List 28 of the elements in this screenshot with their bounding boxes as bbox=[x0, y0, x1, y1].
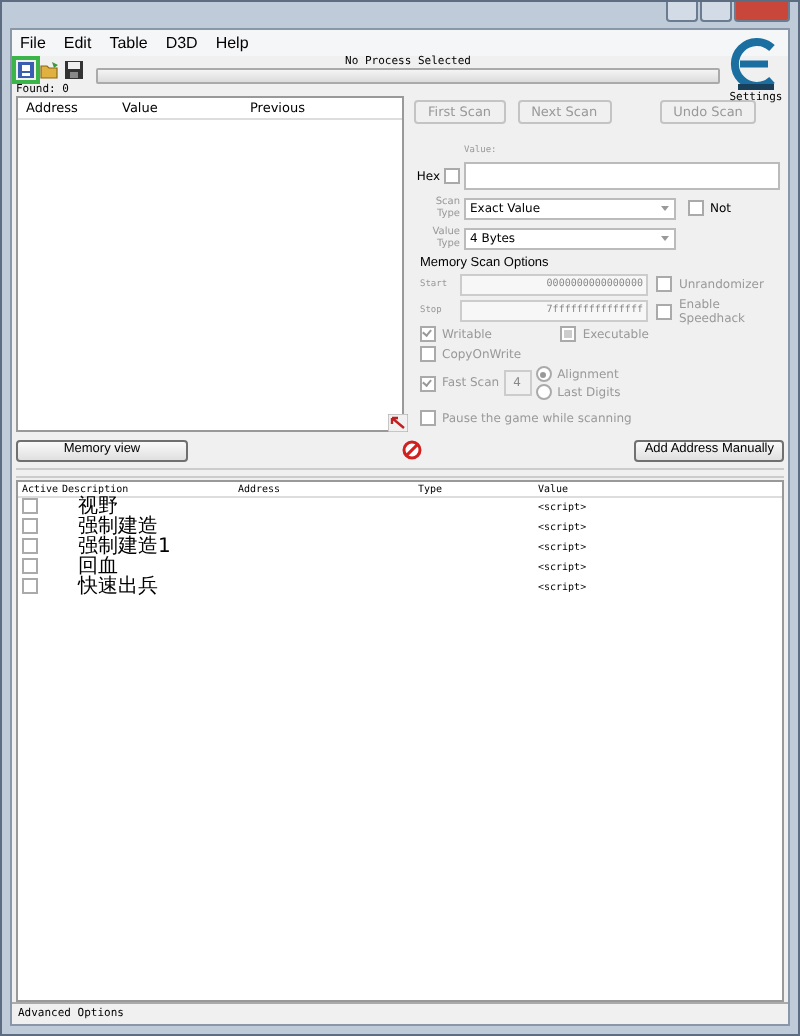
value-field[interactable] bbox=[464, 162, 780, 190]
menu-item[interactable]: Edit bbox=[63, 34, 92, 52]
not-checkbox[interactable] bbox=[688, 200, 704, 216]
maximize-button[interactable] bbox=[700, 2, 732, 22]
description-cell-text: 快速出兵 bbox=[75, 578, 160, 598]
active-checkbox[interactable] bbox=[22, 498, 38, 514]
menu-item[interactable]: Table bbox=[109, 34, 148, 52]
menu-item[interactable]: Help bbox=[215, 34, 249, 52]
description-cell-text: 强制建造1 bbox=[76, 538, 173, 558]
save-icon[interactable] bbox=[64, 60, 84, 80]
active-checkbox[interactable] bbox=[22, 518, 38, 534]
computer-icon[interactable] bbox=[16, 60, 36, 80]
description-cell-text: 回血 bbox=[78, 558, 119, 578]
menu-item[interactable]: File bbox=[20, 34, 46, 52]
speedhack-checkbox[interactable] bbox=[656, 304, 673, 320]
active-checkbox[interactable] bbox=[22, 558, 38, 574]
active-checkbox[interactable] bbox=[22, 538, 38, 554]
unrandomizer-checkbox[interactable] bbox=[656, 276, 673, 292]
description-cell-text: 强制建造 bbox=[76, 518, 160, 538]
hex-checkbox[interactable] bbox=[444, 168, 460, 184]
description-cell-text: 视野 bbox=[76, 498, 118, 518]
caret-icon bbox=[660, 204, 670, 212]
active-checkbox[interactable] bbox=[22, 578, 38, 594]
menu-item[interactable]: D3D bbox=[165, 34, 198, 52]
pointer-arrow-icon[interactable] bbox=[388, 414, 408, 432]
stop-icon[interactable] bbox=[401, 440, 422, 460]
caret-icon bbox=[660, 234, 670, 242]
minimize-button[interactable] bbox=[666, 2, 698, 22]
